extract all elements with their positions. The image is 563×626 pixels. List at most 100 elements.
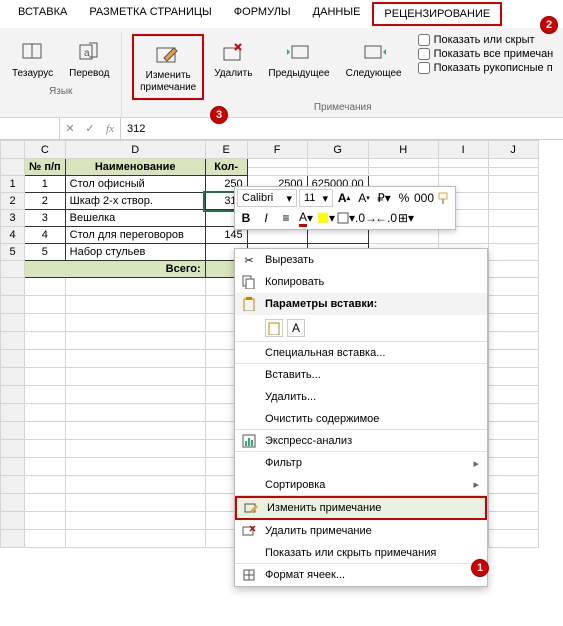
increase-font-button[interactable]: A▴ bbox=[335, 189, 353, 207]
cell[interactable] bbox=[488, 404, 538, 422]
fill-color-button[interactable]: ▾ bbox=[317, 209, 335, 227]
font-color-button[interactable]: A▾ bbox=[297, 209, 315, 227]
cell[interactable] bbox=[65, 296, 205, 314]
cell[interactable] bbox=[488, 422, 538, 440]
row-header[interactable] bbox=[1, 261, 25, 278]
cell[interactable] bbox=[65, 512, 205, 530]
ctx-format-cells[interactable]: Формат ячеек... bbox=[235, 564, 487, 586]
select-all-corner[interactable] bbox=[1, 141, 25, 159]
thesaurus-button[interactable]: Тезаурус bbox=[6, 34, 59, 84]
header-num[interactable]: № п/п bbox=[25, 159, 66, 176]
cell-d5[interactable]: Набор стульев bbox=[65, 244, 205, 261]
cell[interactable] bbox=[65, 404, 205, 422]
cell[interactable] bbox=[25, 332, 66, 350]
format-painter-button[interactable] bbox=[435, 189, 453, 207]
cell[interactable] bbox=[488, 494, 538, 512]
borders-button[interactable]: ▾ bbox=[337, 209, 355, 227]
prev-comment-button[interactable]: Предыдущее bbox=[262, 34, 335, 100]
row-header[interactable] bbox=[1, 386, 25, 404]
row-header[interactable] bbox=[1, 314, 25, 332]
cell[interactable] bbox=[488, 210, 538, 227]
row-header-4[interactable]: 4 bbox=[1, 227, 25, 244]
row-header-3[interactable]: 3 bbox=[1, 210, 25, 227]
cell[interactable] bbox=[488, 167, 538, 176]
ctx-clear[interactable]: Очистить содержимое bbox=[235, 408, 487, 430]
cell[interactable] bbox=[488, 176, 538, 193]
cell[interactable] bbox=[25, 368, 66, 386]
ctx-filter[interactable]: Фильтр▸ bbox=[235, 452, 487, 474]
cell-c2[interactable]: 2 bbox=[25, 193, 66, 210]
cell[interactable] bbox=[368, 167, 438, 176]
row-header[interactable] bbox=[1, 350, 25, 368]
formula-input[interactable]: 312 bbox=[120, 118, 563, 139]
bold-button[interactable]: B bbox=[237, 209, 255, 227]
align-center-button[interactable]: ≡ bbox=[277, 209, 295, 227]
row-header[interactable] bbox=[1, 332, 25, 350]
ctx-cut[interactable]: ✂ Вырезать bbox=[235, 249, 487, 271]
col-header-e[interactable]: E bbox=[205, 141, 247, 159]
cell-c5[interactable]: 5 bbox=[25, 244, 66, 261]
row-header-2[interactable]: 2 bbox=[1, 193, 25, 210]
ctx-delete[interactable]: Удалить... bbox=[235, 386, 487, 408]
cell[interactable] bbox=[65, 494, 205, 512]
merge-button[interactable]: ⊞▾ bbox=[397, 209, 415, 227]
ctx-edit-comment[interactable]: Изменить примечание bbox=[235, 496, 487, 520]
cell[interactable] bbox=[488, 386, 538, 404]
font-size-select[interactable]: 11▾ bbox=[299, 189, 333, 207]
row-header[interactable] bbox=[1, 422, 25, 440]
row-header[interactable] bbox=[1, 458, 25, 476]
ctx-quick-analysis[interactable]: Экспресс-анализ bbox=[235, 430, 487, 452]
cell[interactable] bbox=[65, 350, 205, 368]
col-header-i[interactable]: I bbox=[438, 141, 488, 159]
tab-data[interactable]: ДАННЫЕ bbox=[303, 2, 371, 26]
cell[interactable] bbox=[488, 440, 538, 458]
cancel-formula-button[interactable]: ✕ bbox=[60, 122, 80, 135]
row-header[interactable] bbox=[1, 296, 25, 314]
cell[interactable] bbox=[25, 530, 66, 548]
row-header-5[interactable]: 5 bbox=[1, 244, 25, 261]
ctx-show-hide-comment[interactable]: Показать или скрыть примечания bbox=[235, 542, 487, 564]
font-family-select[interactable]: Calibri▾ bbox=[237, 189, 297, 207]
cell[interactable] bbox=[247, 167, 307, 176]
decrease-font-button[interactable]: A▾ bbox=[355, 189, 373, 207]
header-qty[interactable]: Кол- bbox=[205, 159, 247, 176]
tab-formulas[interactable]: ФОРМУЛЫ bbox=[224, 2, 301, 26]
cell[interactable] bbox=[65, 422, 205, 440]
header-name[interactable]: Наименование bbox=[65, 159, 205, 176]
cell-c1[interactable]: 1 bbox=[25, 176, 66, 193]
cell[interactable] bbox=[25, 440, 66, 458]
percent-format-button[interactable]: % bbox=[395, 189, 413, 207]
col-header-j[interactable]: J bbox=[488, 141, 538, 159]
col-header-g[interactable]: G bbox=[307, 141, 368, 159]
cell[interactable] bbox=[488, 193, 538, 210]
cell[interactable] bbox=[65, 368, 205, 386]
cell[interactable] bbox=[488, 278, 538, 296]
cell[interactable] bbox=[488, 296, 538, 314]
cell[interactable] bbox=[438, 159, 488, 168]
paste-values-icon[interactable]: A bbox=[287, 319, 305, 337]
cell[interactable] bbox=[65, 476, 205, 494]
cell[interactable] bbox=[25, 278, 66, 296]
ctx-insert[interactable]: Вставить... bbox=[235, 364, 487, 386]
fx-button[interactable]: fx bbox=[100, 123, 120, 135]
show-ink-option[interactable]: Показать рукописные п bbox=[418, 62, 554, 74]
cell[interactable] bbox=[488, 244, 538, 261]
cell[interactable] bbox=[488, 350, 538, 368]
show-hide-comment-option[interactable]: Показать или скрыт bbox=[418, 34, 554, 46]
cell[interactable] bbox=[65, 314, 205, 332]
cell[interactable] bbox=[25, 494, 66, 512]
row-header[interactable] bbox=[1, 512, 25, 530]
ctx-sort[interactable]: Сортировка▸ bbox=[235, 474, 487, 496]
cell[interactable] bbox=[65, 458, 205, 476]
cell-d2[interactable]: Шкаф 2-х створ. bbox=[65, 193, 205, 210]
cell[interactable] bbox=[488, 332, 538, 350]
cell-d3[interactable]: Вешелка bbox=[65, 210, 205, 227]
cell[interactable] bbox=[368, 159, 438, 168]
col-header-f[interactable]: F bbox=[247, 141, 307, 159]
cell[interactable] bbox=[488, 227, 538, 244]
cell-d4[interactable]: Стол для переговоров bbox=[65, 227, 205, 244]
row-header[interactable] bbox=[1, 368, 25, 386]
show-all-comments-option[interactable]: Показать все примечан bbox=[418, 48, 554, 60]
cell[interactable] bbox=[65, 332, 205, 350]
cell-c4[interactable]: 4 bbox=[25, 227, 66, 244]
